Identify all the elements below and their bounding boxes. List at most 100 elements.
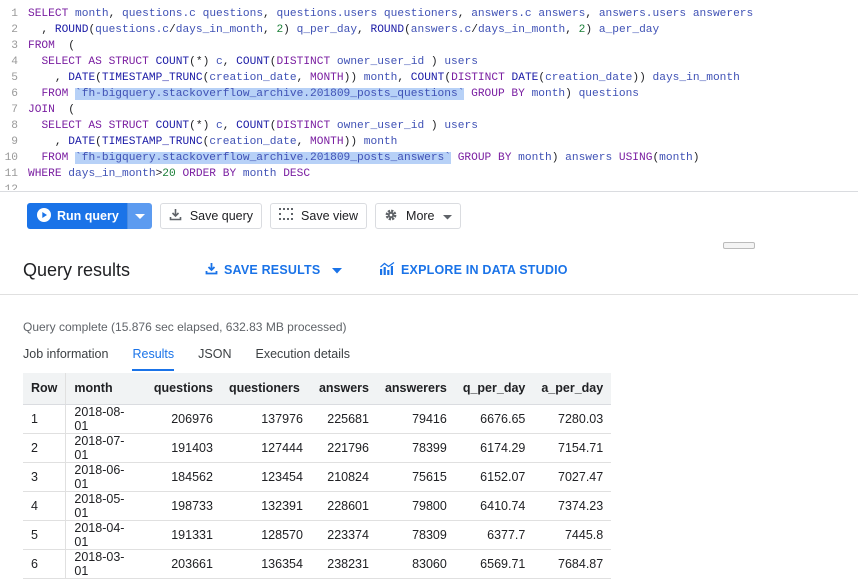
questions-cell: 184562 — [145, 462, 221, 492]
questioners-cell: 132391 — [220, 491, 311, 521]
answers-cell: 225681 — [310, 404, 377, 434]
run-query-split-button: Run query — [27, 203, 152, 229]
column-header-questioners: questioners — [220, 373, 311, 405]
download-icon — [169, 208, 182, 224]
query-toolbar: Run query Save query Save view More — [27, 203, 461, 229]
chart-icon — [380, 261, 395, 278]
a-per-day-cell: 7154.71 — [533, 433, 612, 463]
save-view-button[interactable]: Save view — [270, 203, 368, 229]
table-row: 3 2018-06-01 184562 123454 210824 75615 … — [23, 462, 612, 492]
questioners-cell: 127444 — [220, 433, 311, 463]
sql-editor[interactable]: 1 SELECT month, questions.c questions, qu… — [0, 0, 858, 192]
column-header-month: month — [65, 373, 146, 405]
code-line: 10 FROM `fh-bigquery.stackoverflow_archi… — [4, 152, 700, 164]
q-per-day-cell: 6377.7 — [454, 520, 534, 550]
table-row: 5 2018-04-01 191331 128570 223374 78309 … — [23, 520, 612, 550]
column-header-answers: answers — [310, 373, 377, 405]
a-per-day-cell: 7684.87 — [533, 549, 612, 579]
tab-json[interactable]: JSON — [198, 347, 231, 371]
tab-results[interactable]: Results — [132, 347, 175, 371]
code-line: 6 FROM `fh-bigquery.stackoverflow_archiv… — [11, 88, 640, 100]
q-per-day-cell: 6410.74 — [454, 491, 534, 521]
a-per-day-cell: 7374.23 — [533, 491, 612, 521]
answerers-cell: 78309 — [376, 520, 455, 550]
code-line: 4 SELECT AS STRUCT COUNT(*) c, COUNT(DIS… — [11, 56, 478, 68]
month-cell: 2018-06-01 — [65, 462, 146, 492]
play-icon — [37, 207, 51, 225]
answerers-cell: 79800 — [376, 491, 455, 521]
row-number-cell: 2 — [23, 433, 67, 463]
column-header-answerers: answerers — [376, 373, 455, 405]
code-line: 12 — [4, 184, 18, 190]
answers-cell: 223374 — [310, 520, 377, 550]
gear-icon — [384, 208, 398, 225]
results-tabs: Job information Results JSON Execution d… — [23, 347, 350, 371]
row-number-cell: 3 — [23, 462, 67, 492]
a-per-day-cell: 7027.47 — [533, 462, 612, 492]
table-row: 4 2018-05-01 198733 132391 228601 79800 … — [23, 491, 612, 521]
q-per-day-cell: 6676.65 — [454, 404, 534, 434]
column-header-questions: questions — [145, 373, 221, 405]
tab-execution-details[interactable]: Execution details — [256, 347, 351, 371]
a-per-day-cell: 7280.03 — [533, 404, 612, 434]
code-line: 7 JOIN ( — [11, 104, 76, 116]
code-line: 11 WHERE days_in_month>20 ORDER BY month … — [4, 168, 311, 180]
save-results-button[interactable]: SAVE RESULTS — [205, 262, 343, 278]
answers-cell: 238231 — [310, 549, 377, 579]
more-label: More — [406, 209, 435, 223]
save-results-label: SAVE RESULTS — [224, 263, 321, 277]
questioners-cell: 128570 — [220, 520, 311, 550]
tab-job-information[interactable]: Job information — [23, 347, 108, 371]
table-header-row: Row month questions questioners answers … — [23, 373, 612, 405]
run-query-label: Run query — [57, 209, 119, 223]
save-query-label: Save query — [189, 209, 254, 223]
q-per-day-cell: 6174.29 — [454, 433, 534, 463]
code-line: 8 SELECT AS STRUCT COUNT(*) c, COUNT(DIS… — [11, 120, 478, 132]
answerers-cell: 83060 — [376, 549, 455, 579]
row-number-cell: 6 — [23, 549, 67, 579]
month-cell: 2018-08-01 — [65, 404, 146, 434]
caret-down-icon — [442, 209, 452, 223]
query-results-title: Query results — [23, 260, 131, 280]
answerers-cell: 75615 — [376, 462, 455, 492]
row-number-cell: 4 — [23, 491, 67, 521]
code-line: 9 , DATE(TIMESTAMP_TRUNC(creation_date, … — [11, 136, 398, 148]
caret-down-icon — [332, 263, 343, 277]
questions-cell: 206976 — [145, 404, 221, 434]
code-line: 5 , DATE(TIMESTAMP_TRUNC(creation_date, … — [11, 72, 740, 84]
more-menu-button[interactable]: More — [375, 203, 461, 229]
query-status-text: Query complete (15.876 sec elapsed, 632.… — [23, 320, 347, 334]
month-cell: 2018-05-01 — [65, 491, 146, 521]
caret-down-icon — [134, 207, 145, 225]
questions-cell: 198733 — [145, 491, 221, 521]
save-view-label: Save view — [301, 209, 359, 223]
answers-cell: 221796 — [310, 433, 377, 463]
table-row: 2 2018-07-01 191403 127444 221796 78399 … — [23, 433, 612, 463]
divider — [0, 294, 858, 295]
answerers-cell: 79416 — [376, 404, 455, 434]
q-per-day-cell: 6152.07 — [454, 462, 534, 492]
month-cell: 2018-04-01 — [65, 520, 146, 550]
questioners-cell: 123454 — [220, 462, 311, 492]
table-row: 1 2018-08-01 206976 137976 225681 79416 … — [23, 404, 612, 434]
questions-cell: 203661 — [145, 549, 221, 579]
run-options-dropdown[interactable] — [126, 203, 152, 229]
column-header-q-per-day: q_per_day — [454, 373, 534, 405]
questions-cell: 191331 — [145, 520, 221, 550]
answers-cell: 228601 — [310, 491, 377, 521]
run-query-button[interactable]: Run query — [27, 203, 127, 229]
questioners-cell: 136354 — [220, 549, 311, 579]
questioners-cell: 137976 — [220, 404, 311, 434]
row-number-cell: 5 — [23, 520, 67, 550]
column-header-a-per-day: a_per_day — [533, 373, 612, 405]
pane-resize-handle[interactable] — [723, 242, 755, 249]
grid-dots-icon — [279, 208, 294, 224]
month-cell: 2018-03-01 — [65, 549, 146, 579]
save-query-button[interactable]: Save query — [159, 203, 263, 229]
download-icon — [205, 262, 218, 278]
results-table: Row month questions questioners answers … — [23, 373, 612, 579]
explore-data-studio-label: EXPLORE IN DATA STUDIO — [401, 263, 568, 277]
questions-cell: 191403 — [145, 433, 221, 463]
explore-data-studio-button[interactable]: EXPLORE IN DATA STUDIO — [380, 261, 568, 278]
code-line: 1 SELECT month, questions.c questions, qu… — [11, 8, 754, 20]
